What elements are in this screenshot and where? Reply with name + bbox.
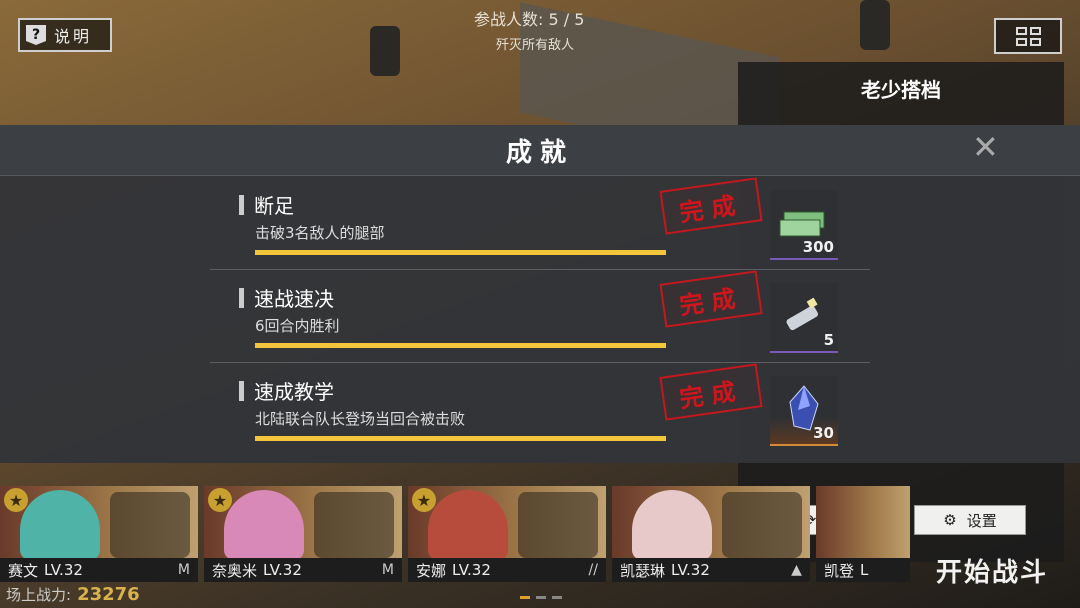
class-icon: M: [177, 562, 190, 578]
reward-qty: 5: [823, 331, 834, 349]
settings-button[interactable]: ⚙ 设置: [914, 505, 1026, 535]
achievement-name: 速战速决: [254, 287, 334, 311]
mech-portrait: [517, 492, 598, 558]
unit-level: LV.32: [44, 561, 83, 579]
participants-count: 参战人数: 5 / 5: [474, 10, 585, 29]
unit-card[interactable]: 凯登 L: [815, 486, 911, 582]
usb-drive-icon[interactable]: 5: [770, 283, 838, 353]
row-marker: [239, 288, 244, 308]
pilot-portrait: [427, 490, 508, 560]
objective-text: 歼灭所有敌人: [496, 38, 575, 53]
achievement-desc: 北陆联合队长登场当回合被击败: [255, 410, 466, 428]
row-marker: [239, 381, 244, 401]
unit-card[interactable]: 凯瑟琳 LV.32 ▲: [611, 486, 810, 582]
close-icon[interactable]: ✕: [972, 131, 999, 163]
class-icon: //: [588, 562, 598, 578]
mech-portrait: [313, 492, 394, 558]
row-divider: [210, 362, 870, 363]
reward-qty: 300: [802, 238, 834, 256]
reward-qty: 30: [813, 424, 834, 442]
enemy-mech: [370, 26, 400, 76]
mission-title: 老少搭档: [861, 78, 941, 102]
achievement-name: 断足: [254, 194, 294, 218]
field-power: 场上战力: 23276: [6, 584, 140, 605]
unit-card[interactable]: ★ 安娜 LV.32 //: [407, 486, 606, 582]
pilot-portrait: [631, 490, 712, 560]
class-icon: M: [381, 562, 394, 578]
settings-label: 设置: [966, 511, 997, 530]
help-label: 说明: [54, 27, 93, 46]
unit-name: 奈奥米: [211, 561, 257, 580]
modal-title: 成就: [505, 138, 574, 168]
unit-level: LV.32: [263, 561, 302, 579]
complete-stamp: 完成: [659, 270, 763, 328]
unit-name: 安娜: [415, 561, 446, 580]
unit-card[interactable]: ★ 赛文 LV.32 M: [0, 486, 198, 582]
row-marker: [239, 195, 244, 215]
mech-portrait: [721, 492, 802, 558]
progress-bar: [255, 343, 666, 348]
achievement-row: 速战速决 6回合内胜利 完成 5: [210, 270, 870, 363]
class-icon: ▲: [791, 562, 802, 578]
start-battle-button[interactable]: 开始战斗: [936, 552, 1048, 589]
achievement-row: 速成教学 北陆联合队长登场当回合被击败 完成 30: [210, 363, 870, 456]
cash-stack-icon[interactable]: 300: [770, 190, 838, 260]
help-button[interactable]: ? 说明: [18, 18, 112, 52]
gear-icon: ⚙: [943, 511, 957, 529]
unit-card[interactable]: ★ 奈奥米 LV.32 M: [203, 486, 402, 582]
unit-name: 赛文: [8, 561, 39, 580]
unit-name: 凯登: [823, 561, 854, 580]
star-icon: ★: [411, 488, 436, 512]
blue-crystal-icon[interactable]: 30: [770, 376, 838, 446]
power-label: 场上战力:: [6, 586, 72, 604]
enemy-mech: [860, 0, 890, 50]
unit-name: 凯瑟琳: [619, 561, 665, 580]
question-icon: ?: [26, 25, 46, 45]
squad-roster: ★ 赛文 LV.32 M ★ 奈奥米 LV.32 M ★ 安娜 LV.32 // 凯瑟琳 LV…: [0, 486, 911, 582]
pilot-portrait: [223, 490, 304, 560]
grid-menu-icon: [1015, 26, 1041, 46]
unit-level: L: [859, 561, 869, 579]
row-divider: [210, 269, 870, 270]
mech-portrait: [109, 492, 190, 558]
progress-bar: [255, 436, 666, 441]
achievement-name: 速成教学: [254, 380, 334, 404]
achievement-desc: 6回合内胜利: [255, 317, 340, 335]
achievement-row: 断足 击破3名敌人的腿部 完成 300: [210, 177, 870, 270]
complete-stamp: 完成: [659, 363, 763, 421]
complete-stamp: 完成: [659, 177, 763, 235]
pilot-portrait: [20, 490, 100, 560]
power-value: 23276: [77, 584, 140, 605]
star-icon: ★: [4, 488, 28, 512]
progress-bar: [255, 250, 666, 255]
achievement-desc: 击破3名敌人的腿部: [255, 224, 385, 242]
unit-level: LV.32: [451, 561, 491, 579]
star-icon: ★: [207, 488, 232, 512]
menu-button[interactable]: [994, 18, 1062, 54]
unit-level: LV.32: [670, 561, 710, 579]
page-indicator: [520, 596, 562, 599]
